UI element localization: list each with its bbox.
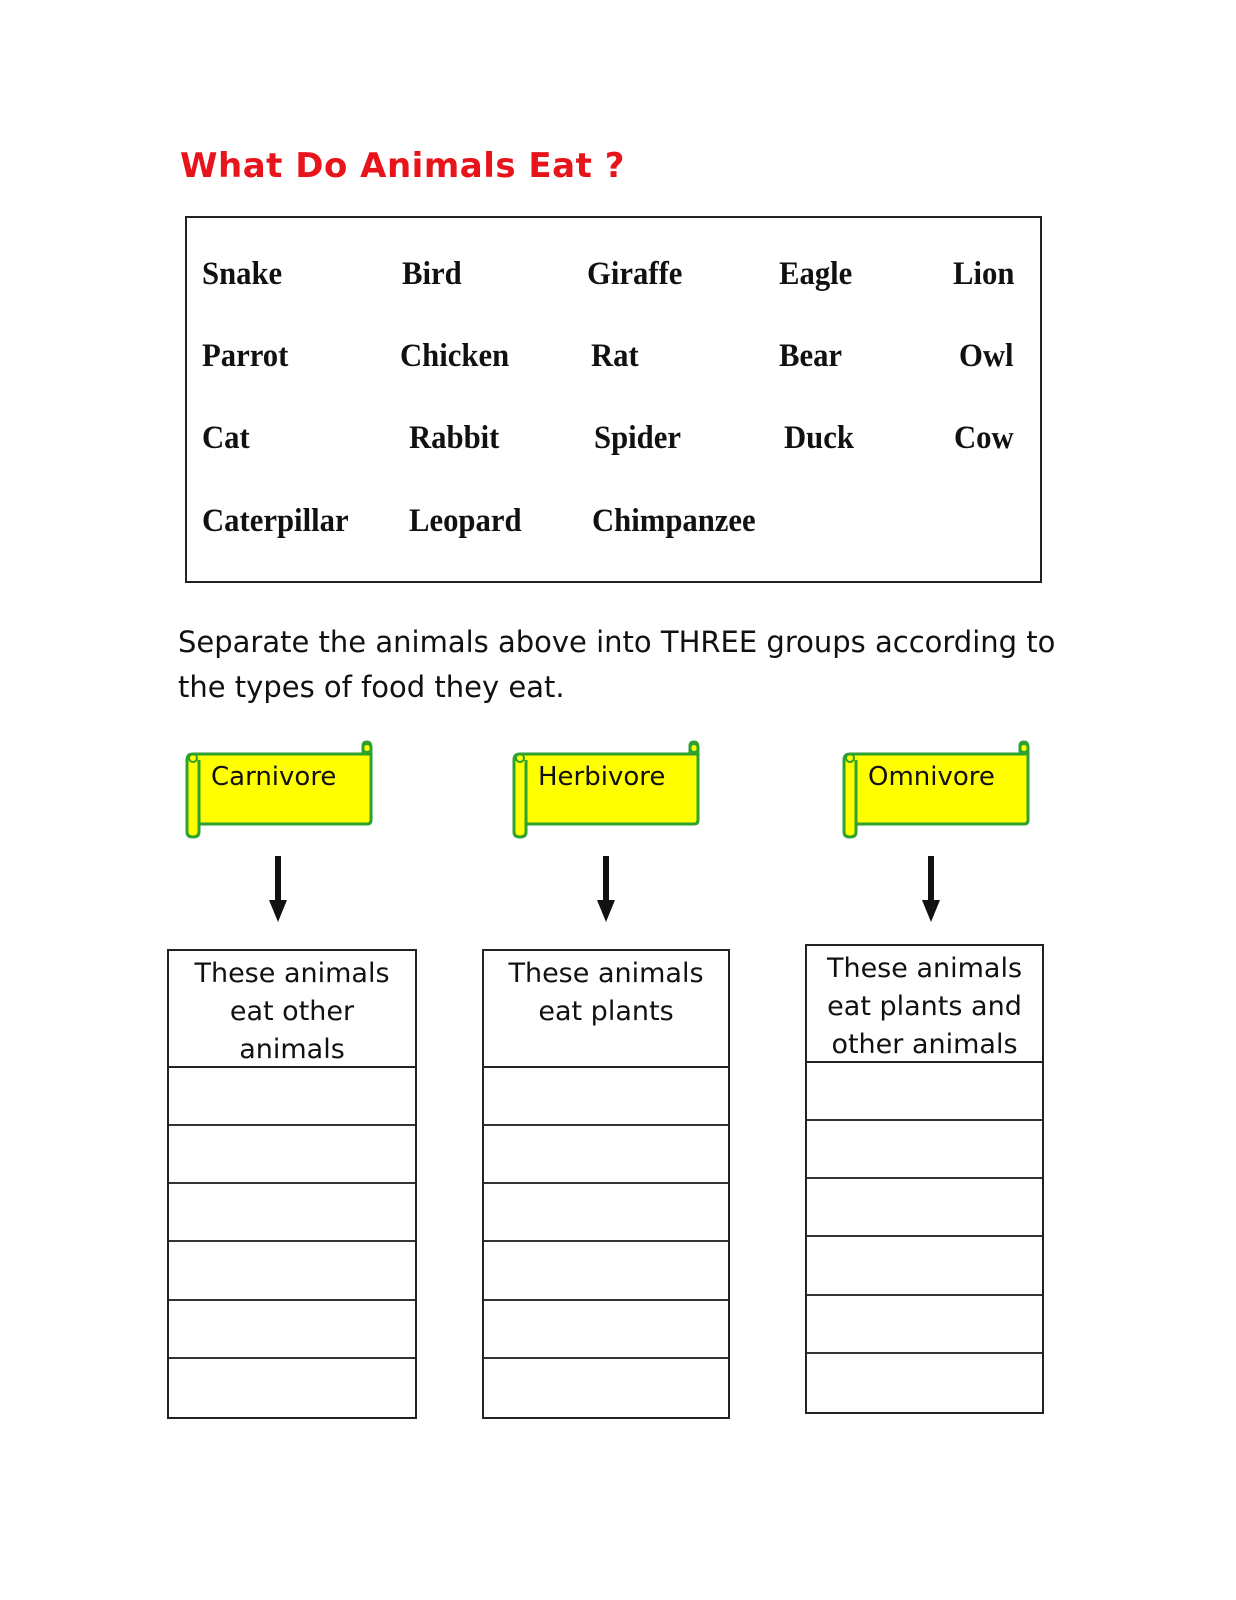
animal-word: Lion — [953, 256, 1015, 292]
animal-word: Leopard — [409, 503, 522, 539]
animal-word-box: Snake Bird Giraffe Eagle Lion Parrot Chicken Ra… — [185, 216, 1042, 583]
group-table-omnivore: These animals eat plants and other anima… — [805, 944, 1044, 1414]
animal-word: Spider — [594, 420, 681, 456]
answer-blank-row[interactable] — [807, 1237, 1042, 1296]
animal-word: Rat — [591, 338, 639, 374]
worksheet-title: What Do Animals Eat ? — [180, 146, 625, 186]
down-arrow-icon — [268, 856, 288, 922]
animal-word: Caterpillar — [202, 503, 349, 539]
group-description: These animals eat other animals — [169, 951, 415, 1068]
group-table-carnivore: These animals eat other animals — [167, 949, 417, 1419]
answer-blank-row[interactable] — [484, 1126, 728, 1185]
group-label: Carnivore — [211, 762, 337, 792]
animal-word: Cow — [954, 420, 1014, 456]
animal-word: Cat — [202, 420, 250, 456]
animal-word: Chicken — [400, 338, 510, 374]
answer-blank-row[interactable] — [169, 1184, 415, 1243]
group-label-scroll-carnivore: Carnivore — [183, 740, 383, 840]
down-arrow-icon — [596, 856, 616, 922]
answer-blank-row[interactable] — [484, 1068, 728, 1127]
answer-blank-row[interactable] — [807, 1121, 1042, 1180]
down-arrow-icon — [921, 856, 941, 922]
group-label: Omnivore — [868, 762, 995, 792]
animal-word: Chimpanzee — [592, 503, 756, 539]
group-label-scroll-omnivore: Omnivore — [840, 740, 1040, 840]
answer-blank-row[interactable] — [807, 1179, 1042, 1238]
animal-word: Giraffe — [587, 256, 683, 292]
answer-blank-row[interactable] — [807, 1354, 1042, 1412]
group-label-scroll-herbivore: Herbivore — [510, 740, 710, 840]
animal-word: Snake — [202, 256, 283, 292]
group-description: These animals eat plants and other anima… — [807, 946, 1042, 1063]
answer-blank-row[interactable] — [169, 1242, 415, 1301]
group-table-herbivore: These animals eat plants — [482, 949, 730, 1419]
animal-word: Bear — [779, 338, 843, 374]
animal-word: Eagle — [779, 256, 853, 292]
animal-word: Duck — [784, 420, 854, 456]
answer-blank-row[interactable] — [484, 1301, 728, 1359]
answer-blank-row[interactable] — [169, 1126, 415, 1185]
instructions-text: Separate the animals above into THREE gr… — [178, 625, 1056, 704]
animal-word: Parrot — [202, 338, 289, 374]
animal-word: Rabbit — [409, 420, 500, 456]
answer-blank-row[interactable] — [807, 1296, 1042, 1354]
answer-blank-row[interactable] — [169, 1301, 415, 1359]
answer-blank-row[interactable] — [807, 1063, 1042, 1122]
answer-blank-row[interactable] — [169, 1068, 415, 1127]
group-label: Herbivore — [538, 762, 666, 792]
answer-blank-row[interactable] — [484, 1184, 728, 1243]
answer-blank-row[interactable] — [484, 1359, 728, 1417]
answer-blank-row[interactable] — [169, 1359, 415, 1417]
animal-word: Owl — [959, 338, 1014, 374]
group-description: These animals eat plants — [484, 951, 728, 1068]
animal-word: Bird — [402, 256, 462, 292]
answer-blank-row[interactable] — [484, 1242, 728, 1301]
